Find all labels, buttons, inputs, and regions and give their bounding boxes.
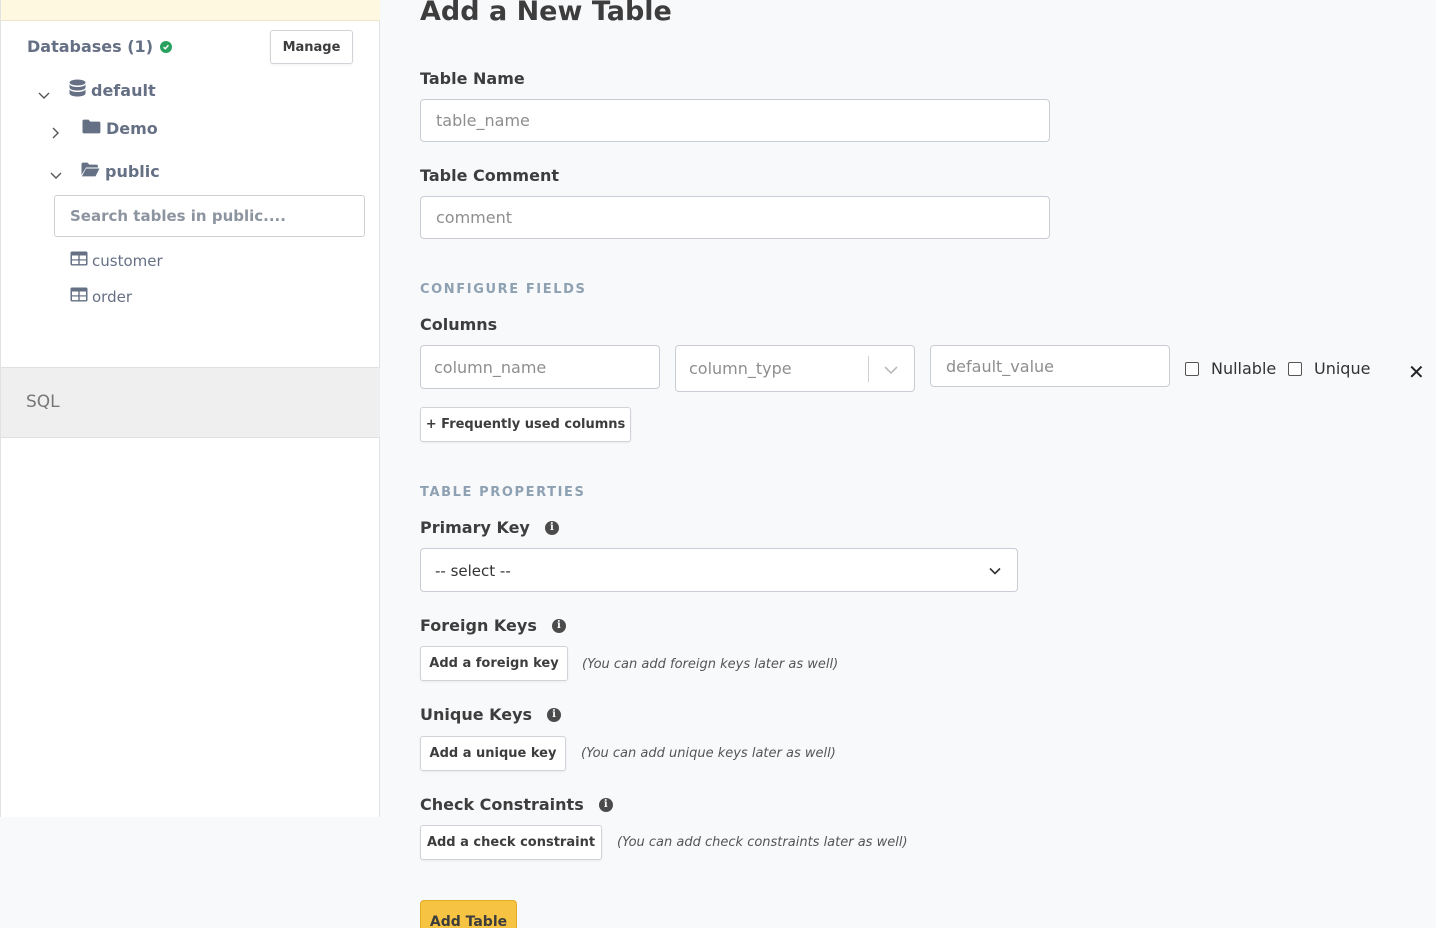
info-icon[interactable]: i (544, 520, 559, 535)
primary-key-label: Primary Key i (420, 518, 559, 537)
nullable-checkbox-box[interactable] (1185, 361, 1199, 376)
foreign-keys-label: Foreign Keys i (420, 616, 566, 635)
chevron-right-icon[interactable] (49, 125, 63, 139)
tree-item-demo-schema[interactable]: Demo (49, 117, 158, 139)
tree-item-default-db[interactable]: default (37, 79, 156, 102)
close-icon[interactable]: ✕ (1408, 360, 1425, 384)
info-icon[interactable]: i (598, 797, 613, 812)
manage-button[interactable]: Manage (270, 30, 353, 64)
folder-icon (82, 119, 101, 138)
table-name-label-text: Table Name (420, 69, 525, 88)
primary-key-select[interactable]: -- select -- (420, 548, 1018, 592)
check-circle-icon (160, 40, 172, 53)
database-icon (69, 79, 86, 102)
sql-label: SQL (26, 392, 60, 412)
primary-key-select-value: -- select -- (435, 562, 511, 580)
foreign-keys-hint: (You can add foreign keys later as well) (582, 657, 839, 672)
tree-item-label: default (91, 81, 156, 100)
tree-item-label: public (105, 161, 160, 181)
frequently-used-columns-button[interactable]: + Frequently used columns (420, 407, 631, 442)
columns-label: Columns (420, 315, 497, 334)
check-constraints-hint: (You can add check constraints later as … (617, 835, 908, 850)
check-constraints-label: Check Constraints i (420, 795, 613, 814)
info-icon[interactable]: i (547, 707, 562, 722)
add-unique-key-button[interactable]: Add a unique key (420, 736, 566, 771)
chevron-down-icon[interactable] (987, 563, 1003, 583)
column-name-input[interactable] (420, 345, 660, 389)
search-tables-input[interactable] (54, 195, 365, 237)
foreign-keys-label-text: Foreign Keys (420, 616, 537, 635)
databases-label: Databases (1) (27, 37, 153, 56)
column-type-select[interactable]: column_type (675, 345, 915, 392)
primary-key-label-text: Primary Key (420, 518, 530, 537)
add-table-form: Add a New Table Table Name Table Comment… (420, 0, 1436, 928)
nullable-label: Nullable (1211, 359, 1277, 378)
sidebar: Databases (1) Manage default Demo public (0, 0, 380, 817)
add-check-constraint-button[interactable]: Add a check constraint (420, 825, 602, 860)
table-item-customer[interactable]: customer (70, 251, 163, 270)
table-icon (70, 287, 88, 306)
select-separator (868, 356, 869, 382)
table-comment-input[interactable] (420, 196, 1050, 239)
table-icon (70, 251, 88, 270)
add-foreign-key-button[interactable]: Add a foreign key (420, 646, 568, 681)
unique-keys-label: Unique Keys i (420, 705, 562, 724)
column-type-placeholder: column_type (689, 359, 792, 378)
table-properties-heading: TABLE PROPERTIES (420, 485, 586, 500)
tree-item-label: Demo (106, 118, 158, 138)
add-table-button[interactable]: Add Table (420, 900, 517, 928)
sidebar-top-banner (1, 0, 380, 21)
configure-fields-heading: CONFIGURE FIELDS (420, 282, 587, 297)
check-constraints-label-text: Check Constraints (420, 795, 584, 814)
unique-checkbox-box[interactable] (1288, 361, 1302, 376)
info-icon[interactable]: i (551, 618, 566, 633)
folder-open-icon (81, 162, 100, 181)
table-name-label: Table Name (420, 69, 525, 88)
table-item-order[interactable]: order (70, 287, 132, 306)
table-item-label: customer (92, 251, 163, 270)
unique-keys-hint: (You can add unique keys later as well) (581, 746, 836, 761)
columns-label-text: Columns (420, 315, 498, 334)
nullable-checkbox[interactable]: Nullable (1185, 359, 1276, 378)
sql-nav-item[interactable]: SQL (1, 367, 380, 438)
unique-keys-label-text: Unique Keys (420, 705, 533, 724)
unique-checkbox[interactable]: Unique (1288, 359, 1370, 378)
table-name-input[interactable] (420, 99, 1050, 142)
chevron-down-icon[interactable] (882, 361, 900, 383)
unique-label: Unique (1314, 359, 1371, 378)
table-item-label: order (92, 287, 132, 306)
table-comment-label: Table Comment (420, 166, 559, 185)
chevron-down-icon[interactable] (37, 88, 51, 102)
databases-header: Databases (1) (27, 37, 172, 56)
page-title: Add a New Table (420, 0, 672, 27)
default-value-input[interactable] (930, 345, 1170, 387)
table-comment-label-text: Table Comment (420, 166, 559, 185)
tree-item-public-schema[interactable]: public (49, 160, 160, 182)
chevron-down-icon[interactable] (49, 168, 63, 182)
